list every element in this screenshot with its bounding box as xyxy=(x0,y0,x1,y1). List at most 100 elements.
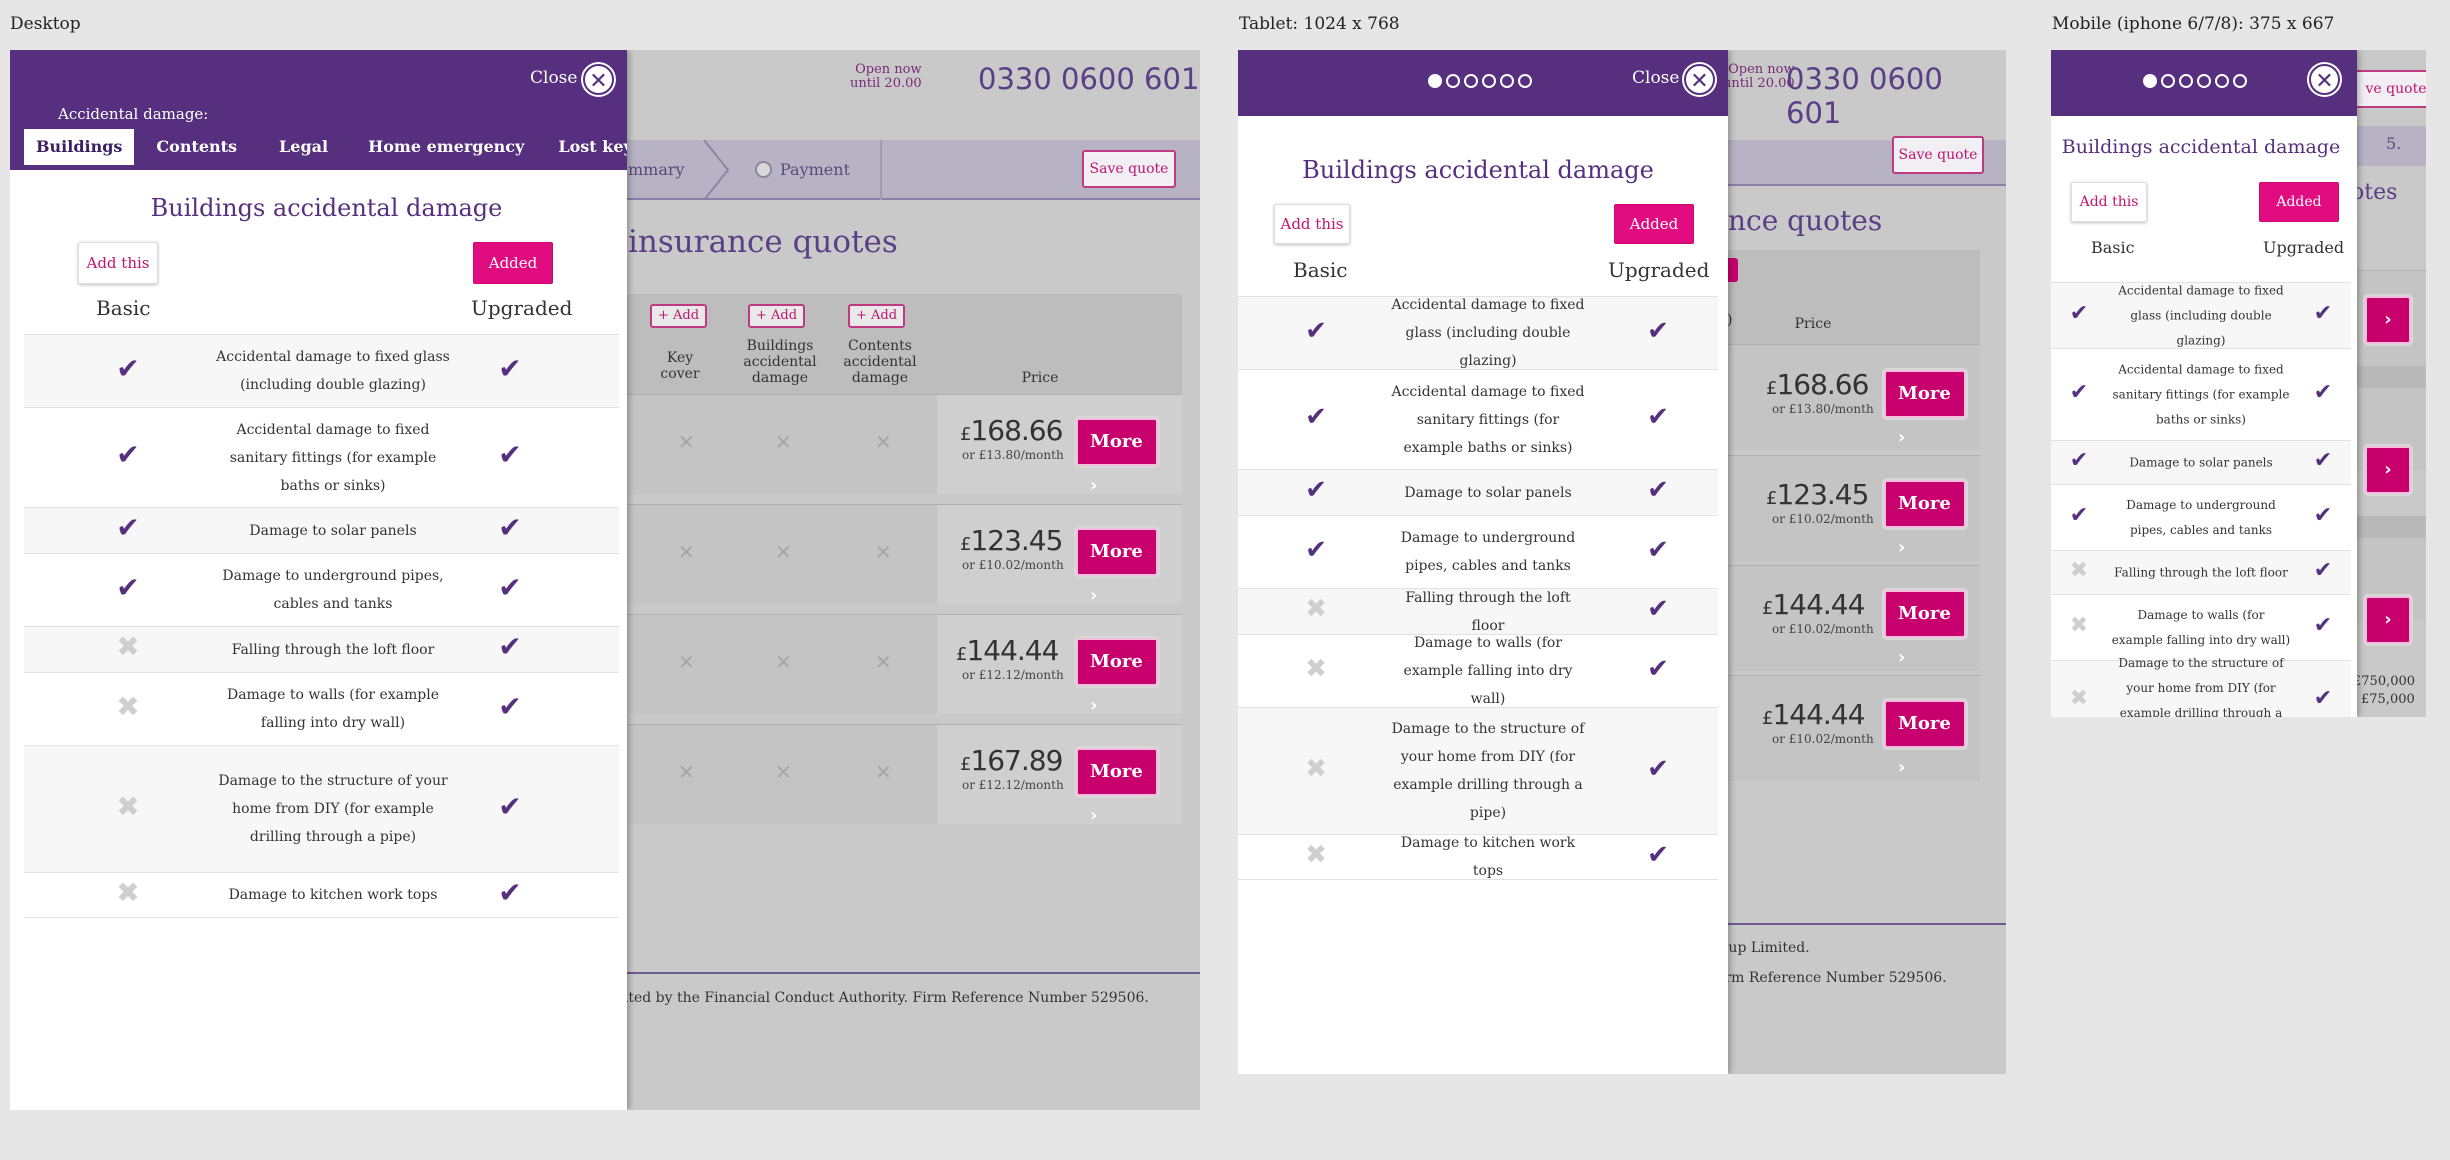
more-button[interactable]: › xyxy=(2365,596,2411,644)
quote-monthly: or £10.02/month xyxy=(962,558,1064,572)
feature-text: Accidental damage to fixed sanitary fitt… xyxy=(229,421,437,494)
pager-dot[interactable] xyxy=(2197,74,2211,88)
pager-dot[interactable] xyxy=(1500,74,1514,88)
add-this-button[interactable]: Add this xyxy=(2071,182,2147,222)
pager-dot[interactable] xyxy=(1446,74,1460,88)
step-summary[interactable]: mmary xyxy=(628,160,685,179)
add-this-button[interactable]: Add this xyxy=(1274,204,1350,244)
feature-text: Damage to kitchen work tops xyxy=(228,887,438,903)
cover-amount: £750,000 xyxy=(2353,674,2415,689)
step-divider xyxy=(880,140,882,200)
check-icon: ✔ xyxy=(1305,315,1327,346)
more-button[interactable]: More › xyxy=(1076,638,1158,716)
more-button[interactable]: › xyxy=(2365,446,2411,494)
pager-dot[interactable] xyxy=(2233,74,2247,88)
check-icon: ✔ xyxy=(2069,447,2089,473)
chevron-right-icon: › xyxy=(1090,805,1098,826)
close-icon[interactable]: ✕ xyxy=(1684,64,1715,95)
pager-dots[interactable] xyxy=(1428,74,1532,88)
pager-dots[interactable] xyxy=(2143,74,2247,88)
close-icon[interactable]: ✕ xyxy=(2309,64,2340,95)
feature-text: Accidental damage to fixed glass (includ… xyxy=(1391,297,1585,369)
check-icon: ✔ xyxy=(116,438,140,472)
cross-icon: ✕ xyxy=(775,430,792,454)
check-icon: ✔ xyxy=(2313,447,2333,473)
more-button[interactable]: › xyxy=(2365,296,2411,344)
add-this-button[interactable]: Add this xyxy=(78,242,158,284)
save-quote-button[interactable]: ve quote xyxy=(2351,70,2426,108)
feature-text: Damage to the structure of your home fro… xyxy=(2118,655,2284,718)
feature-text: Accidental damage to fixed glass (includ… xyxy=(2118,283,2284,347)
open-now-text: Open now xyxy=(855,62,922,77)
more-button[interactable]: More › xyxy=(1076,418,1158,496)
price-value: 168.66 xyxy=(970,414,1063,447)
feature-text: Accidental damage to fixed sanitary fitt… xyxy=(2112,362,2290,426)
pager-dot[interactable] xyxy=(1482,74,1496,88)
close-label[interactable]: Close xyxy=(1632,68,1679,88)
save-quote-button[interactable]: Save quote xyxy=(1892,136,1984,174)
tab-contents[interactable]: Contents xyxy=(134,129,259,165)
upgraded-column-header: Upgraded xyxy=(1608,258,1710,282)
footer-divider xyxy=(610,972,1200,974)
feature-row: ✔ Accidental damage to fixed glass (inclu… xyxy=(2051,282,2351,348)
basic-column-header: Basic xyxy=(96,296,151,320)
check-icon: ✔ xyxy=(2313,502,2333,528)
step-payment-label: Payment xyxy=(780,160,850,179)
add-key-cover-button[interactable]: + Add xyxy=(650,304,708,328)
accidental-damage-modal: ✕ Buildings accidental damage Add this A… xyxy=(2051,50,2357,717)
feature-row: ✖ Falling through the loft floor ✔ xyxy=(2051,550,2351,594)
pager-dot[interactable] xyxy=(2161,74,2175,88)
phone-number[interactable]: 0330 0600 601 xyxy=(1786,62,2006,130)
pager-dot[interactable] xyxy=(2179,74,2193,88)
feature-row: ✔ Accidental damage to fixed glass (inclu… xyxy=(24,334,619,407)
feature-list: ✔ Accidental damage to fixed glass (inclu… xyxy=(24,334,619,918)
col-key-cover: Key cover xyxy=(660,350,700,382)
mobile-label: Mobile (iphone 6/7/8): 375 x 667 xyxy=(2052,14,2335,34)
more-button[interactable]: More › xyxy=(1884,700,1966,778)
added-button[interactable]: Added xyxy=(2259,182,2339,222)
tab-buildings[interactable]: Buildings xyxy=(24,129,135,165)
more-button[interactable]: More › xyxy=(1884,370,1966,448)
add-buildings-ad-button[interactable]: + Add xyxy=(748,304,806,328)
close-icon[interactable]: ✕ xyxy=(583,64,614,95)
step-payment[interactable]: Payment xyxy=(755,160,850,179)
tab-legal[interactable]: Legal xyxy=(259,129,348,165)
check-icon: ✔ xyxy=(1647,840,1669,871)
quote-price: £123.45 xyxy=(1766,478,1869,511)
pager-dot[interactable] xyxy=(2215,74,2229,88)
save-quote-button[interactable]: Save quote xyxy=(1082,150,1176,188)
pager-dot[interactable] xyxy=(1464,74,1478,88)
more-button[interactable]: More › xyxy=(1884,590,1966,668)
tab-home-emergency[interactable]: Home emergency xyxy=(348,129,544,165)
more-button[interactable]: More › xyxy=(1884,480,1966,558)
cross-icon: ✖ xyxy=(1305,653,1327,684)
step-five[interactable]: 5. xyxy=(2386,134,2401,153)
upgraded-column-header: Upgraded xyxy=(471,296,573,320)
pager-dot[interactable] xyxy=(1428,74,1442,88)
check-icon: ✔ xyxy=(498,351,522,385)
more-button[interactable]: More › xyxy=(1076,748,1158,826)
feature-row: ✖ Damage to kitchen work tops ✔ xyxy=(1238,834,1718,880)
feature-text: Damage to walls (for example falling int… xyxy=(1403,635,1573,707)
price-value: 168.66 xyxy=(1776,368,1869,401)
cross-icon: ✖ xyxy=(1305,840,1327,871)
chevron-right-icon: › xyxy=(1898,757,1906,778)
added-button[interactable]: Added xyxy=(1614,204,1694,244)
cross-icon: ✖ xyxy=(116,689,140,723)
quotes-title: insurance quotes xyxy=(628,224,898,260)
check-icon: ✔ xyxy=(1647,653,1669,684)
check-icon: ✔ xyxy=(1647,315,1669,346)
feature-row: ✖ Damage to the structure of your home fr… xyxy=(24,745,619,872)
tab-lost-keys[interactable]: Lost keys xyxy=(544,129,627,165)
more-label: More xyxy=(1898,493,1951,514)
chevron-right-icon: › xyxy=(2384,609,2392,630)
pager-dot[interactable] xyxy=(1518,74,1532,88)
close-label[interactable]: Close xyxy=(530,68,577,88)
cross-icon: ✕ xyxy=(678,760,695,784)
phone-number[interactable]: 0330 0600 601 xyxy=(978,62,1199,96)
add-contents-ad-button[interactable]: + Add xyxy=(848,304,906,328)
pager-dot[interactable] xyxy=(2143,74,2157,88)
col-contents-ad: Contents accidental damage xyxy=(843,338,917,386)
more-button[interactable]: More › xyxy=(1076,528,1158,606)
added-button[interactable]: Added xyxy=(473,242,553,284)
